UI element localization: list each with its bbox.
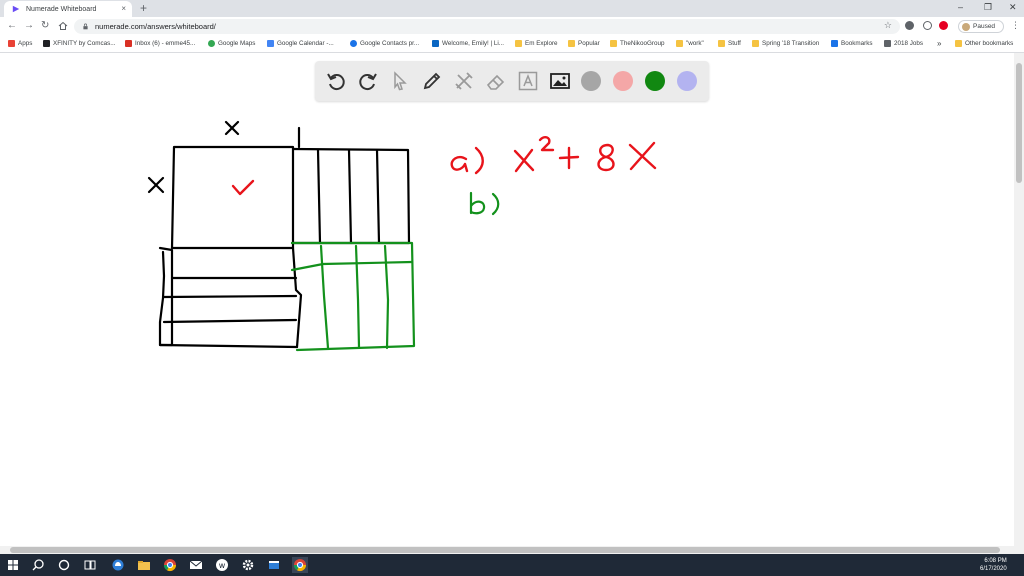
black-ink-strokes [147,120,411,349]
chrome-active-icon[interactable] [292,557,308,573]
file-explorer-icon[interactable] [136,557,152,573]
svg-text:w: w [219,561,226,570]
settings-gear-icon[interactable] [240,557,256,573]
system-clock[interactable]: 6:08 PM 6/17/2020 [980,557,1007,573]
app-w-icon[interactable]: w [214,557,230,573]
windows-start-icon[interactable] [5,557,21,573]
cortana-icon[interactable] [56,557,72,573]
handwritten-drawing [147,120,657,352]
vertical-scrollbar[interactable] [1014,53,1024,546]
green-ink-strokes [290,191,500,352]
app-window-icon[interactable] [266,557,282,573]
clock-time: 6:08 PM [984,558,1007,564]
red-ink-strokes [231,135,657,196]
chrome-icon[interactable] [162,557,178,573]
mail-icon[interactable] [188,557,204,573]
windows-taskbar: w 6:08 PM 6/17/2020 [0,554,1024,576]
search-icon[interactable] [30,557,46,573]
scrollbar-thumb[interactable] [1016,63,1022,183]
horizontal-scrollbar[interactable] [0,546,1024,554]
task-view-icon[interactable] [82,557,98,573]
clock-date: 6/17/2020 [980,566,1007,572]
scrollbar-thumb[interactable] [10,547,1000,553]
edge-icon[interactable] [110,557,126,573]
